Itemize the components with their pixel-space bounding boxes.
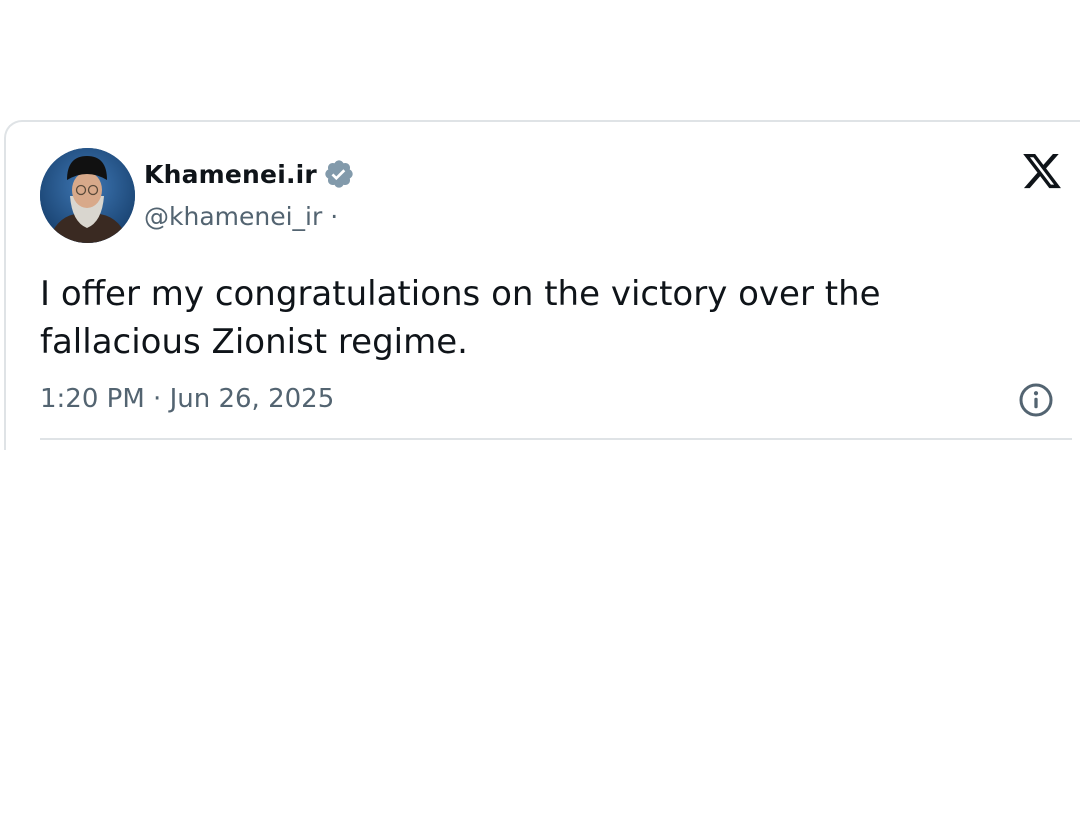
tweet-date: Jun 26, 2025 (169, 384, 335, 414)
info-icon[interactable] (1018, 382, 1054, 418)
handle-row: @khamenei_ir · (144, 202, 338, 231)
timestamp[interactable]: 1:20 PM · Jun 26, 2025 (40, 384, 334, 414)
tweet-card: Khamenei.ir @khamenei_ir · I offer my co… (4, 120, 1080, 450)
divider (40, 438, 1072, 440)
x-logo-icon[interactable] (1020, 150, 1064, 192)
display-name[interactable]: Khamenei.ir (144, 160, 317, 189)
date-separator: · (153, 384, 162, 414)
avatar[interactable] (40, 148, 135, 243)
verified-badge-icon (325, 160, 353, 188)
handle[interactable]: @khamenei_ir (144, 202, 322, 231)
tweet-time: 1:20 PM (40, 384, 145, 414)
handle-separator: · (330, 202, 339, 231)
display-name-row[interactable]: Khamenei.ir (144, 158, 355, 190)
avatar-image (40, 148, 135, 243)
tweet-text: I offer my congratulations on the victor… (40, 274, 881, 362)
